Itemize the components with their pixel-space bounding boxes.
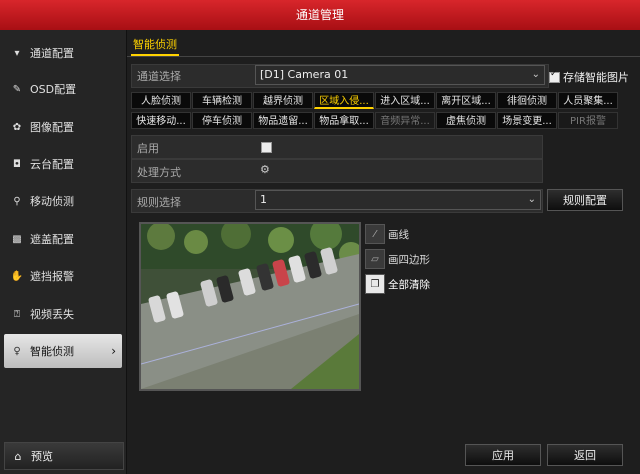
sidebar-item-label: 智能侦测 bbox=[30, 345, 74, 358]
mask-icon: ▩ bbox=[12, 233, 22, 245]
chevron-down-icon: ⌄ bbox=[527, 194, 536, 205]
sidebar-item-label: 遮挡报警 bbox=[30, 270, 74, 283]
motion-icon: ⚲ bbox=[13, 195, 21, 207]
sidebar-item-label: 遮盖配置 bbox=[30, 233, 74, 246]
rule-label: 规则选择 bbox=[137, 196, 181, 209]
draw-quad-tool[interactable]: ▱ 画四边形 bbox=[365, 249, 430, 269]
detection-region-entrance[interactable]: 进入区域... bbox=[375, 92, 435, 109]
detection-region-exit[interactable]: 离开区域... bbox=[436, 92, 496, 109]
sidebar-item-label: 移动侦测 bbox=[30, 195, 74, 208]
home-icon: ⌂ bbox=[14, 449, 22, 463]
preview-label: 预览 bbox=[31, 450, 53, 463]
channel-value: [D1] Camera 01 bbox=[260, 68, 349, 81]
camera-scene bbox=[141, 224, 359, 389]
sidebar-item-label: OSD配置 bbox=[30, 83, 77, 96]
smart-icon: ♀ bbox=[13, 345, 21, 357]
draw-line-label: 画线 bbox=[388, 228, 409, 241]
sidebar-item-channel-config[interactable]: ▾ 通道配置 bbox=[4, 36, 122, 70]
sidebar-item-label: 视频丢失 bbox=[30, 308, 74, 321]
sidebar-item-label: 云台配置 bbox=[30, 158, 74, 171]
detection-intrusion[interactable]: 区域入侵... bbox=[314, 92, 374, 109]
detection-audio-exception[interactable]: 音频异常... bbox=[375, 112, 435, 129]
process-label: 处理方式 bbox=[137, 166, 181, 179]
sidebar-item-osd-config[interactable]: ✎ OSD配置 bbox=[4, 72, 122, 106]
quadrilateral-icon: ▱ bbox=[365, 249, 385, 269]
detection-fast-moving[interactable]: 快速移动... bbox=[131, 112, 191, 129]
clear-all-label: 全部清除 bbox=[388, 278, 430, 291]
clear-icon: ❐ bbox=[365, 274, 385, 294]
chevron-down-icon: ⌄ bbox=[531, 69, 540, 80]
detection-object-removal[interactable]: 物品拿取... bbox=[314, 112, 374, 129]
sidebar-item-label: 图像配置 bbox=[30, 121, 74, 134]
checkbox-icon bbox=[549, 69, 560, 83]
video-loss-icon: ⍰ bbox=[14, 308, 20, 320]
enable-label: 启用 bbox=[137, 142, 159, 155]
rule-config-button[interactable]: 规则配置 bbox=[547, 189, 623, 211]
sidebar-item-smart-detection[interactable]: ♀ 智能侦测 › bbox=[4, 334, 122, 368]
detection-vehicle[interactable]: 车辆检测 bbox=[192, 92, 252, 109]
channel-select[interactable]: [D1] Camera 01 ⌄ bbox=[255, 65, 545, 85]
sidebar: ▾ 通道配置 ✎ OSD配置 ✿ 图像配置 ◘ 云台配置 ⚲ 移动侦测 ▩ 遮盖配置 ✋ 遮挡… bbox=[0, 30, 127, 474]
ptz-icon: ◘ bbox=[13, 158, 21, 170]
save-smart-image-checkbox[interactable]: 存储智能图片 bbox=[549, 69, 629, 85]
detection-unattended-baggage[interactable]: 物品遗留... bbox=[253, 112, 313, 129]
detection-loitering[interactable]: 徘徊侦测 bbox=[497, 92, 557, 109]
chevron-right-icon: › bbox=[111, 344, 116, 358]
draw-line-tool[interactable]: ⁄ 画线 bbox=[365, 224, 409, 244]
sidebar-item-image-config[interactable]: ✿ 图像配置 bbox=[4, 110, 122, 144]
main-panel: 智能侦测 通道选择 [D1] Camera 01 ⌄ 存储智能图片 人脸侦测 车辆… bbox=[127, 30, 640, 474]
preview-button[interactable]: ⌂ 预览 bbox=[4, 442, 124, 470]
rule-select[interactable]: 1 ⌄ bbox=[255, 190, 541, 210]
sidebar-item-motion-detection[interactable]: ⚲ 移动侦测 bbox=[4, 184, 122, 218]
channel-icon: ▾ bbox=[14, 47, 20, 59]
image-icon: ✿ bbox=[12, 121, 22, 133]
apply-button[interactable]: 应用 bbox=[465, 444, 541, 466]
sidebar-item-ptz-config[interactable]: ◘ 云台配置 bbox=[4, 147, 122, 181]
detection-line-crossing[interactable]: 越界侦测 bbox=[253, 92, 313, 109]
save-smart-image-label: 存储智能图片 bbox=[563, 71, 629, 84]
detection-defocus[interactable]: 虚焦侦测 bbox=[436, 112, 496, 129]
window-title: 通道管理 bbox=[0, 0, 640, 30]
sidebar-item-video-loss[interactable]: ⍰ 视频丢失 bbox=[4, 297, 122, 331]
detection-pir-alarm[interactable]: PIR报警 bbox=[558, 112, 618, 129]
detection-people-gathering[interactable]: 人员聚集... bbox=[558, 92, 618, 109]
sidebar-item-label: 通道配置 bbox=[30, 47, 74, 60]
sidebar-item-mask-config[interactable]: ▩ 遮盖配置 bbox=[4, 222, 122, 256]
back-button[interactable]: 返回 bbox=[547, 444, 623, 466]
tab-divider bbox=[127, 56, 640, 57]
rule-value: 1 bbox=[260, 193, 267, 206]
process-row bbox=[131, 159, 543, 183]
pencil-icon: ⁄ bbox=[365, 224, 385, 244]
detection-parking[interactable]: 停车侦测 bbox=[192, 112, 252, 129]
video-preview[interactable] bbox=[139, 222, 361, 391]
draw-quad-label: 画四边形 bbox=[388, 253, 430, 266]
tab-smart-detection[interactable]: 智能侦测 bbox=[131, 36, 179, 56]
sidebar-item-tamper-alarm[interactable]: ✋ 遮挡报警 bbox=[4, 259, 122, 293]
osd-icon: ✎ bbox=[12, 83, 22, 95]
clear-all-tool[interactable]: ❐ 全部清除 bbox=[365, 274, 430, 294]
enable-row bbox=[131, 135, 543, 159]
detection-scene-change[interactable]: 场景变更... bbox=[497, 112, 557, 129]
enable-checkbox[interactable] bbox=[261, 142, 272, 153]
channel-label: 通道选择 bbox=[137, 70, 181, 83]
detection-face[interactable]: 人脸侦测 bbox=[131, 92, 191, 109]
gear-icon[interactable]: ⚙ bbox=[260, 163, 270, 176]
tamper-icon: ✋ bbox=[10, 270, 24, 282]
